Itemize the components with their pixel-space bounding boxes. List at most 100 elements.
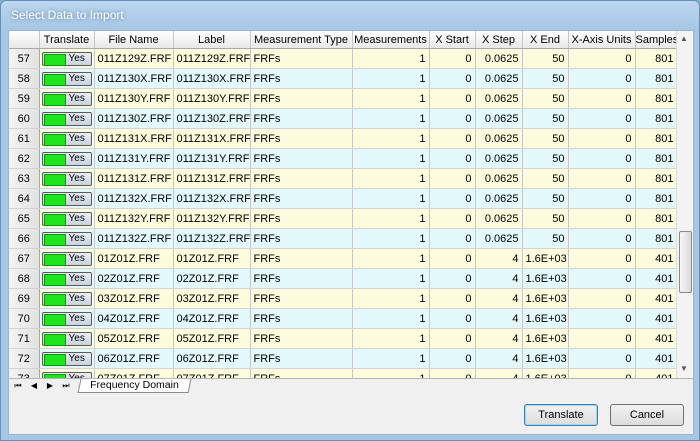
file-name-cell[interactable]: 02Z01Z.FRF [94, 268, 174, 289]
x-step-cell[interactable]: 0.0625 [475, 168, 523, 189]
measurement-type-cell[interactable]: FRFs [250, 168, 353, 189]
label-cell[interactable]: 01Z01Z.FRF [173, 248, 251, 269]
column-header[interactable]: Samples [635, 31, 678, 49]
measurements-cell[interactable]: 1 [352, 188, 430, 209]
samples-cell[interactable]: 801 [635, 208, 678, 229]
measurements-cell[interactable]: 1 [352, 108, 430, 129]
x-start-cell[interactable]: 0 [429, 368, 476, 378]
translate-toggle-button[interactable]: Yes [41, 351, 92, 366]
row-number[interactable]: 70 [9, 308, 40, 329]
x-axis-units-cell[interactable]: 0 [568, 68, 636, 89]
label-cell[interactable]: 011Z131Z.FRF [173, 168, 251, 189]
table-row[interactable]: 64 Yes 011Z132X.FRF 011Z132X.FRF FRFs 1 0 0.062… [9, 188, 678, 209]
row-number[interactable]: 66 [9, 228, 40, 249]
x-step-cell[interactable]: 0.0625 [475, 48, 523, 69]
column-header[interactable]: X End [522, 31, 569, 49]
samples-cell[interactable]: 801 [635, 88, 678, 109]
table-row[interactable]: 69 Yes 03Z01Z.FRF 03Z01Z.FRF FRFs 1 0 4 1.6E+03 0… [9, 288, 678, 309]
table-row[interactable]: 61 Yes 011Z131X.FRF 011Z131X.FRF FRFs 1 0 0.062… [9, 128, 678, 149]
x-step-cell[interactable]: 0.0625 [475, 208, 523, 229]
x-end-cell[interactable]: 50 [522, 108, 569, 129]
measurements-cell[interactable]: 1 [352, 348, 430, 369]
samples-cell[interactable]: 401 [635, 348, 678, 369]
x-step-cell[interactable]: 4 [475, 348, 523, 369]
scroll-up-icon[interactable]: ▲ [680, 34, 688, 43]
measurement-type-cell[interactable]: FRFs [250, 368, 353, 378]
x-end-cell[interactable]: 50 [522, 228, 569, 249]
row-number[interactable]: 67 [9, 248, 40, 269]
measurement-type-cell[interactable]: FRFs [250, 208, 353, 229]
x-start-cell[interactable]: 0 [429, 88, 476, 109]
x-step-cell[interactable]: 4 [475, 248, 523, 269]
translate-toggle-button[interactable]: Yes [41, 71, 92, 86]
file-name-cell[interactable]: 011Z129Z.FRF [94, 48, 174, 69]
column-header[interactable]: Measurement Type [250, 31, 353, 49]
samples-cell[interactable]: 801 [635, 168, 678, 189]
x-end-cell[interactable]: 50 [522, 168, 569, 189]
measurement-type-cell[interactable]: FRFs [250, 88, 353, 109]
file-name-cell[interactable]: 011Z130X.FRF [94, 68, 174, 89]
x-axis-units-cell[interactable]: 0 [568, 108, 636, 129]
x-start-cell[interactable]: 0 [429, 308, 476, 329]
measurement-type-cell[interactable]: FRFs [250, 128, 353, 149]
file-name-cell[interactable]: 011Z131Y.FRF [94, 148, 174, 169]
x-start-cell[interactable]: 0 [429, 208, 476, 229]
x-step-cell[interactable]: 4 [475, 288, 523, 309]
x-axis-units-cell[interactable]: 0 [568, 228, 636, 249]
x-axis-units-cell[interactable]: 0 [568, 348, 636, 369]
samples-cell[interactable]: 401 [635, 308, 678, 329]
samples-cell[interactable]: 801 [635, 128, 678, 149]
x-step-cell[interactable]: 4 [475, 308, 523, 329]
label-cell[interactable]: 011Z130Y.FRF [173, 88, 251, 109]
nav-first-icon[interactable]: ⏮ [11, 380, 25, 392]
label-cell[interactable]: 05Z01Z.FRF [173, 328, 251, 349]
measurement-type-cell[interactable]: FRFs [250, 188, 353, 209]
measurements-cell[interactable]: 1 [352, 308, 430, 329]
file-name-cell[interactable]: 03Z01Z.FRF [94, 288, 174, 309]
row-number[interactable]: 73 [9, 368, 40, 378]
measurement-type-cell[interactable]: FRFs [250, 248, 353, 269]
table-row[interactable]: 66 Yes 011Z132Z.FRF 011Z132Z.FRF FRFs 1 0 0.062… [9, 228, 678, 249]
measurement-type-cell[interactable]: FRFs [250, 68, 353, 89]
samples-cell[interactable]: 401 [635, 248, 678, 269]
measurement-type-cell[interactable]: FRFs [250, 348, 353, 369]
measurements-cell[interactable]: 1 [352, 328, 430, 349]
file-name-cell[interactable]: 011Z131X.FRF [94, 128, 174, 149]
measurement-type-cell[interactable]: FRFs [250, 108, 353, 129]
x-axis-units-cell[interactable]: 0 [568, 268, 636, 289]
table-row[interactable]: 57 Yes 011Z129Z.FRF 011Z129Z.FRF FRFs 1 0 0.062… [9, 48, 678, 69]
table-row[interactable]: 73Yes07Z01Z.FRF07Z01Z.FRFFRFs1041.6E+030… [9, 368, 678, 378]
x-start-cell[interactable]: 0 [429, 168, 476, 189]
column-header[interactable]: X Start [429, 31, 476, 49]
measurements-cell[interactable]: 1 [352, 288, 430, 309]
x-axis-units-cell[interactable]: 0 [568, 308, 636, 329]
x-start-cell[interactable]: 0 [429, 268, 476, 289]
translate-toggle-button[interactable]: Yes [41, 131, 92, 146]
x-axis-units-cell[interactable]: 0 [568, 88, 636, 109]
x-start-cell[interactable]: 0 [429, 68, 476, 89]
nav-last-icon[interactable]: ⏭ [59, 380, 73, 392]
x-end-cell[interactable]: 1.6E+03 [522, 268, 569, 289]
table-row[interactable]: 68 Yes 02Z01Z.FRF 02Z01Z.FRF FRFs 1 0 4 1.6E+03 0… [9, 268, 678, 289]
measurements-cell[interactable]: 1 [352, 208, 430, 229]
row-number[interactable]: 68 [9, 268, 40, 289]
measurements-cell[interactable]: 1 [352, 148, 430, 169]
measurements-cell[interactable]: 1 [352, 368, 430, 378]
samples-cell[interactable]: 401 [635, 288, 678, 309]
column-header[interactable] [9, 31, 40, 49]
measurement-type-cell[interactable]: FRFs [250, 268, 353, 289]
translate-toggle-button[interactable]: Yes [41, 51, 92, 66]
table-row[interactable]: 70 Yes 04Z01Z.FRF 04Z01Z.FRF FRFs 1 0 4 1.6E+03 0… [9, 308, 678, 329]
x-end-cell[interactable]: 1.6E+03 [522, 368, 569, 378]
file-name-cell[interactable]: 011Z132Y.FRF [94, 208, 174, 229]
scroll-down-icon[interactable]: ▼ [680, 364, 688, 373]
row-number[interactable]: 62 [9, 148, 40, 169]
label-cell[interactable]: 011Z131X.FRF [173, 128, 251, 149]
x-axis-units-cell[interactable]: 0 [568, 208, 636, 229]
label-cell[interactable]: 011Z129Z.FRF [173, 48, 251, 69]
file-name-cell[interactable]: 04Z01Z.FRF [94, 308, 174, 329]
file-name-cell[interactable]: 01Z01Z.FRF [94, 248, 174, 269]
x-step-cell[interactable]: 4 [475, 268, 523, 289]
x-axis-units-cell[interactable]: 0 [568, 368, 636, 378]
file-name-cell[interactable]: 06Z01Z.FRF [94, 348, 174, 369]
